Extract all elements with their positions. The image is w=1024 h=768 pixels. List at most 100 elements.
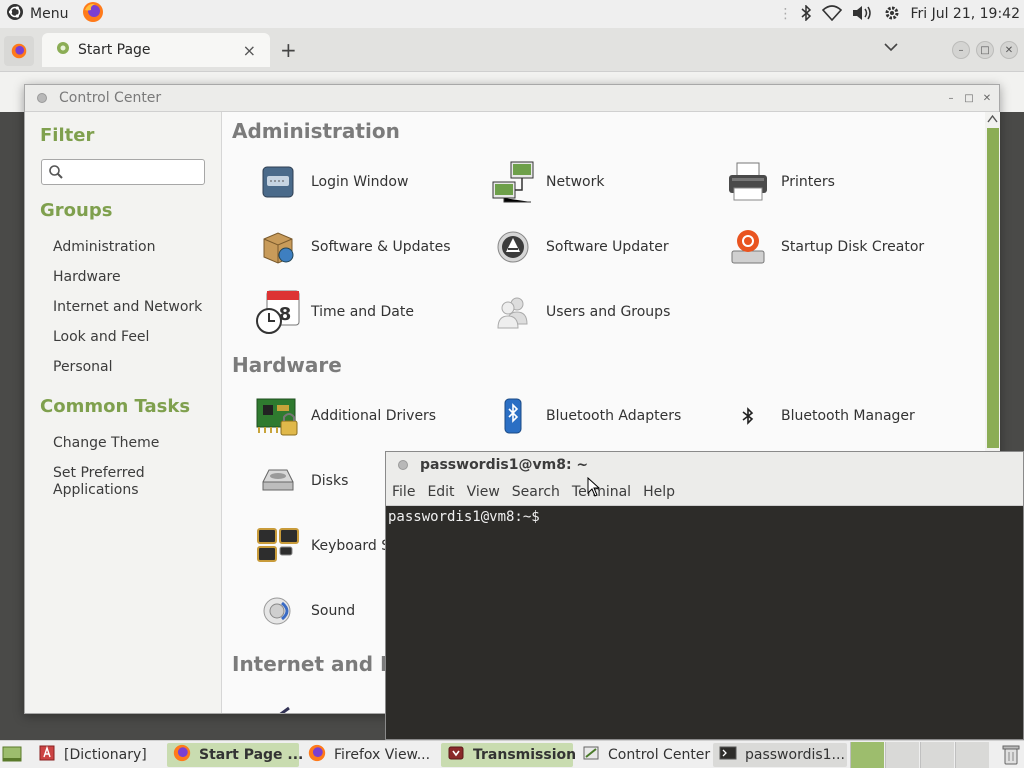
clock[interactable]: Fri Jul 21, 19:42 [910, 6, 1020, 22]
startup-disk-creator-icon [725, 224, 771, 270]
terminal-prompt: passwordis1@vm8:~$ [388, 509, 540, 525]
task-control-center[interactable]: Control Center [576, 743, 710, 767]
menu-view[interactable]: View [467, 484, 500, 500]
workspace-1[interactable] [850, 742, 884, 768]
workspace-3[interactable] [920, 742, 954, 768]
show-desktop-icon[interactable] [2, 744, 22, 768]
applet-printers[interactable]: Printers [725, 159, 835, 205]
mouse-pointer-icon [587, 476, 601, 501]
menu-button[interactable]: Menu [30, 6, 68, 22]
terminal-titlebar[interactable]: passwordis1@vm8: ~ [386, 452, 1023, 478]
common-tasks-heading: Common Tasks [40, 396, 191, 417]
task-transmission[interactable]: Transmission [441, 743, 576, 767]
applet-bluetooth-manager[interactable]: Bluetooth Manager [725, 393, 915, 439]
workspace-4[interactable] [955, 742, 989, 768]
panel-separator: ⋮ [778, 6, 792, 22]
minimize-button[interactable]: – [945, 92, 957, 104]
sound-icon [255, 588, 301, 634]
network-icon [490, 159, 536, 205]
close-button[interactable]: ✕ [1000, 41, 1018, 59]
maximize-button[interactable]: □ [963, 92, 975, 104]
applet-network[interactable]: Network [490, 159, 604, 205]
software-updates-icon [255, 224, 301, 270]
tab-list-button[interactable] [884, 40, 898, 56]
group-hardware[interactable]: Hardware [53, 269, 213, 286]
window-title: Control Center [59, 90, 162, 106]
filter-heading: Filter [40, 125, 95, 146]
applet-disks[interactable]: Disks [255, 458, 348, 504]
applet-bluetooth-adapters[interactable]: Bluetooth Adapters [490, 393, 681, 439]
control-center-titlebar[interactable]: Control Center – □ ✕ [25, 85, 999, 112]
keyboard-icon [255, 523, 301, 569]
firefox-icon [308, 744, 326, 766]
ubuntu-logo-icon[interactable] [6, 3, 24, 25]
window-menu-icon[interactable] [398, 460, 408, 470]
start-page-icon [56, 41, 70, 59]
tab-title: Start Page [78, 42, 151, 58]
firewall-icon [255, 693, 301, 713]
section-heading-hardware: Hardware [232, 353, 342, 377]
terminal-title: passwordis1@vm8: ~ [420, 457, 589, 473]
terminal-icon [719, 744, 737, 766]
firefox-tabbar: Start Page × + – □ ✕ [0, 28, 1024, 72]
task-set-preferred-applications[interactable]: Set Preferred Applications [53, 465, 163, 499]
maximize-button[interactable]: □ [976, 41, 994, 59]
tab-start-page[interactable]: Start Page × [42, 33, 270, 67]
applet-firewall-partial[interactable] [255, 693, 301, 713]
group-personal[interactable]: Personal [53, 359, 213, 376]
workspace-2[interactable] [885, 742, 919, 768]
firefox-launcher-icon[interactable] [82, 1, 104, 27]
dictionary-icon [38, 744, 56, 766]
settings-icon[interactable] [884, 5, 900, 24]
group-administration[interactable]: Administration [53, 239, 213, 256]
firefox-view-button[interactable] [4, 36, 34, 66]
login-window-icon [255, 159, 301, 205]
window-menu-icon[interactable] [37, 93, 47, 103]
software-updater-icon [490, 224, 536, 270]
tab-close-button[interactable]: × [243, 41, 256, 60]
minimize-button[interactable]: – [952, 41, 970, 59]
terminal-menubar: File Edit View Search Terminal Help [386, 478, 1023, 506]
bottom-panel: [Dictionary] Start Page ... Firefox View… [0, 740, 1024, 768]
section-heading-internet: Internet and Ne [232, 652, 411, 676]
firefox-icon [173, 744, 191, 766]
control-center-icon [582, 744, 600, 766]
bluetooth-icon[interactable] [800, 3, 812, 24]
applet-additional-drivers[interactable]: Additional Drivers [255, 393, 436, 439]
calendar-clock-icon: 8 [255, 289, 301, 335]
drivers-icon [255, 393, 301, 439]
filter-search-input[interactable] [41, 159, 205, 185]
search-icon [48, 164, 64, 180]
wifi-icon[interactable] [822, 4, 843, 24]
group-internet-and-network[interactable]: Internet and Network [53, 299, 213, 316]
applet-startup-disk-creator[interactable]: Startup Disk Creator [725, 224, 924, 270]
new-tab-button[interactable]: + [280, 38, 297, 62]
applet-users-and-groups[interactable]: Users and Groups [490, 289, 670, 335]
control-center-sidebar: Filter Groups Administration Hardware In… [25, 112, 222, 713]
task-change-theme[interactable]: Change Theme [53, 435, 213, 452]
menu-file[interactable]: File [392, 484, 415, 500]
menu-terminal[interactable]: Terminal [572, 484, 631, 500]
scrollbar-thumb[interactable] [987, 128, 999, 448]
terminal-window: passwordis1@vm8: ~ File Edit View Search… [385, 451, 1024, 740]
trash-icon[interactable] [1002, 744, 1020, 768]
menu-help[interactable]: Help [643, 484, 675, 500]
task-start-page[interactable]: Start Page ... [167, 743, 303, 767]
close-button[interactable]: ✕ [981, 92, 993, 104]
task-firefox-view[interactable]: Firefox View... [302, 743, 438, 767]
volume-icon[interactable] [852, 5, 874, 24]
task-terminal[interactable]: passwordis1... [713, 743, 847, 767]
group-look-and-feel[interactable]: Look and Feel [53, 329, 213, 346]
applet-time-and-date[interactable]: 8 Time and Date [255, 289, 414, 335]
terminal-body[interactable]: passwordis1@vm8:~$ [386, 506, 1023, 739]
menu-edit[interactable]: Edit [427, 484, 454, 500]
applet-software-updates[interactable]: Software & Updates [255, 224, 451, 270]
users-icon [490, 289, 536, 335]
applet-keyboard-shortcuts[interactable]: Keyboard S [255, 523, 390, 569]
applet-login-window[interactable]: Login Window [255, 159, 408, 205]
task-dictionary[interactable]: [Dictionary] [32, 743, 164, 767]
applet-software-updater[interactable]: Software Updater [490, 224, 669, 270]
section-heading-administration: Administration [232, 119, 400, 143]
menu-search[interactable]: Search [512, 484, 560, 500]
applet-sound[interactable]: Sound [255, 588, 355, 634]
